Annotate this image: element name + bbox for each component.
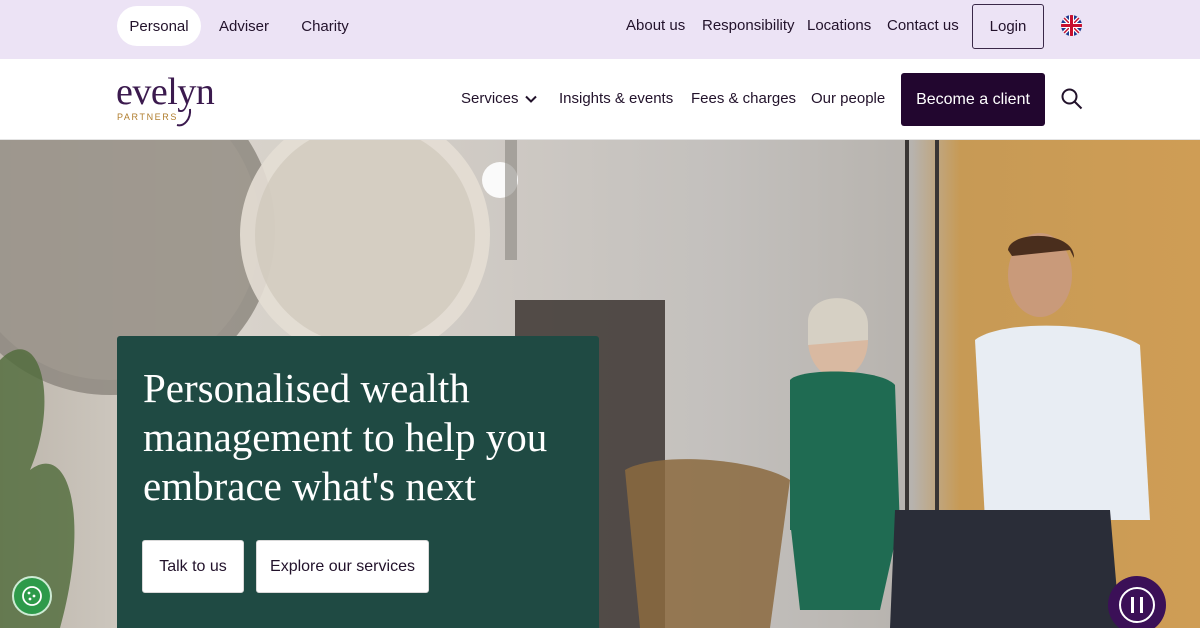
- search-icon[interactable]: [1061, 88, 1083, 110]
- hero-headline: Personalised wealth management to help y…: [143, 365, 548, 509]
- main-navigation: evelyn PARTNERS Services Insights & even…: [0, 59, 1200, 140]
- login-button[interactable]: Login: [972, 4, 1044, 49]
- nav-insights-events[interactable]: Insights & events: [559, 90, 673, 107]
- cookie-settings-button[interactable]: [12, 576, 52, 616]
- nav-our-people[interactable]: Our people: [811, 90, 885, 107]
- pause-video-button[interactable]: [1108, 576, 1166, 628]
- segment-adviser[interactable]: Adviser: [210, 6, 278, 46]
- cookie-icon: [22, 586, 42, 606]
- utility-bar: Personal Adviser Charity About us Respon…: [0, 0, 1200, 59]
- nav-services-label: Services: [461, 90, 519, 107]
- segment-charity[interactable]: Charity: [290, 6, 360, 46]
- become-a-client-button[interactable]: Become a client: [901, 73, 1045, 126]
- hero-section: Personalised wealth management to help y…: [0, 140, 1200, 628]
- locations-link[interactable]: Locations: [807, 17, 871, 34]
- segment-personal[interactable]: Personal: [117, 6, 201, 46]
- nav-fees-charges[interactable]: Fees & charges: [691, 90, 796, 107]
- about-us-link[interactable]: About us: [626, 17, 685, 34]
- explore-services-button[interactable]: Explore our services: [256, 540, 429, 593]
- chevron-down-icon: [524, 95, 537, 103]
- hero-panel: Personalised wealth management to help y…: [117, 336, 599, 628]
- responsibility-link[interactable]: Responsibility: [702, 17, 795, 34]
- evelyn-partners-logo[interactable]: evelyn PARTNERS: [116, 71, 226, 129]
- logo-swash-icon: [176, 108, 192, 127]
- uk-flag-icon[interactable]: [1061, 15, 1082, 36]
- logo-wordmark: evelyn: [116, 71, 215, 113]
- contact-us-link[interactable]: Contact us: [887, 17, 959, 34]
- logo-subtitle: PARTNERS: [117, 112, 178, 122]
- talk-to-us-button[interactable]: Talk to us: [142, 540, 244, 593]
- pause-icon: [1119, 587, 1155, 623]
- nav-services[interactable]: Services: [461, 90, 537, 107]
